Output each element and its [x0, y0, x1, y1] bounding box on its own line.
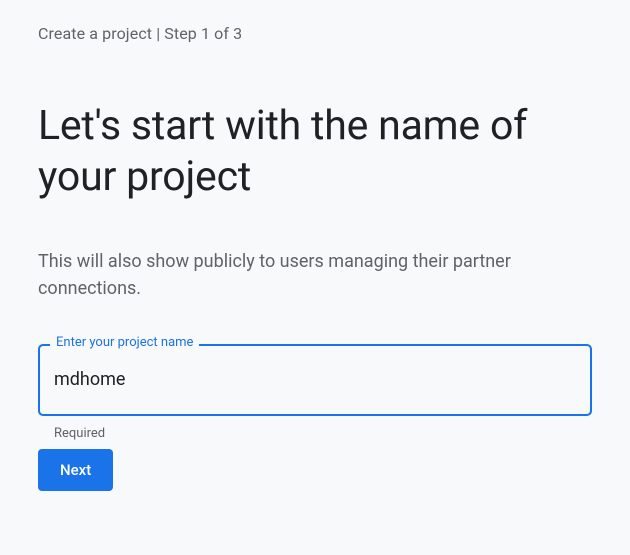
- breadcrumb: Create a project | Step 1 of 3: [38, 24, 592, 43]
- project-name-field-wrapper: Enter your project name: [38, 344, 592, 416]
- project-name-label: Enter your project name: [50, 335, 199, 350]
- page-title: Let's start with the name of your projec…: [38, 101, 592, 204]
- page-subtitle: This will also show publicly to users ma…: [38, 248, 592, 302]
- project-name-input[interactable]: [38, 344, 592, 416]
- field-helper-text: Required: [38, 426, 592, 441]
- next-button[interactable]: Next: [38, 449, 113, 491]
